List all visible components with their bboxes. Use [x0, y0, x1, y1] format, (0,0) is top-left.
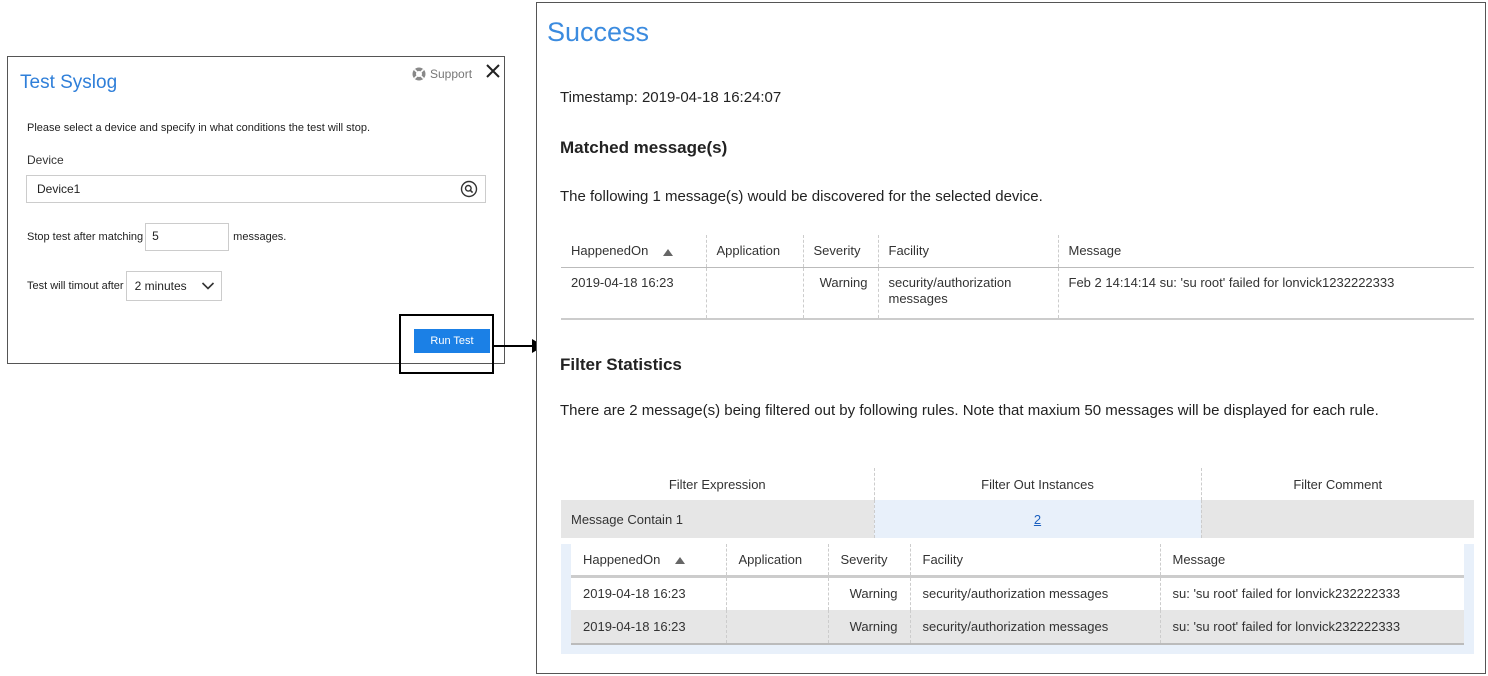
support-link[interactable]: Support [412, 67, 472, 81]
chevron-down-icon [201, 282, 214, 290]
device-input[interactable]: Device1 [26, 175, 486, 203]
column-header-happenedon[interactable]: HappenedOn [571, 544, 726, 578]
column-header-application[interactable]: Application [705, 235, 803, 268]
cell-facility: security/authorization messages [909, 576, 1160, 610]
timeout-row: Test will timout after 2 minutes [27, 271, 222, 301]
cell-message: Feb 2 14:14:14 su: 'su root' failed for … [1057, 267, 1474, 320]
column-header-facility[interactable]: Facility [909, 544, 1160, 578]
timeout-select[interactable]: 2 minutes [125, 271, 222, 301]
test-syslog-dialog: Support Test Syslog Please select a devi… [7, 56, 505, 364]
cell-filter-comment [1201, 500, 1474, 538]
filter-row[interactable]: Message Contain 1 2 [561, 500, 1474, 538]
cell-application [705, 267, 803, 320]
stop-suffix-label: messages. [233, 231, 287, 243]
run-test-button[interactable]: Run Test [414, 329, 490, 353]
matched-heading: Matched message(s) [560, 138, 728, 157]
timeout-label: Test will timout after [27, 280, 124, 292]
column-header-severity[interactable]: Severity [827, 544, 910, 578]
timestamp-text: Timestamp: 2019-04-18 16:24:07 [560, 89, 782, 106]
table-row[interactable]: 2019-04-18 16:23 Warning security/author… [561, 267, 1474, 320]
timeout-value: 2 minutes [134, 279, 187, 293]
cell-facility: security/authorization messages [909, 610, 1160, 645]
cell-facility: security/authorization messages [877, 267, 1058, 320]
instructions-text: Please select a device and specify in wh… [27, 122, 371, 134]
cell-message: su: 'su root' failed for lonvick23222233… [1159, 576, 1464, 610]
cell-severity: Warning [827, 610, 910, 645]
column-header-severity[interactable]: Severity [802, 235, 878, 268]
filter-description: There are 2 message(s) being filtered ou… [560, 402, 1379, 419]
sort-up-icon[interactable] [662, 247, 674, 257]
table-row[interactable]: 2019-04-18 16:23 Warning security/author… [571, 576, 1464, 610]
column-header-happenedon[interactable]: HappenedOn [561, 235, 706, 268]
filtered-messages-table: HappenedOn Application Severity Facility… [571, 544, 1464, 645]
column-header-filter-comment[interactable]: Filter Comment [1200, 468, 1474, 500]
stop-prefix-label: Stop test after matching [27, 231, 144, 243]
cell-filter-expression: Message Contain 1 [561, 500, 874, 538]
cell-happenedon: 2019-04-18 16:23 [571, 610, 726, 645]
dialog-title: Test Syslog [20, 72, 118, 93]
cell-message: su: 'su root' failed for lonvick23222233… [1159, 610, 1464, 645]
success-panel: Success Timestamp: 2019-04-18 16:24:07 M… [536, 2, 1486, 674]
filter-statistics-table: Filter Expression Filter Out Instances F… [561, 468, 1474, 538]
matched-messages-table: HappenedOn Application Severity Facility… [561, 235, 1474, 320]
device-label: Device [27, 153, 64, 167]
cell-severity: Warning [827, 576, 910, 610]
sort-up-icon[interactable] [674, 555, 686, 565]
support-label: Support [430, 67, 473, 81]
filtered-messages-container: HappenedOn Application Severity Facility… [561, 544, 1474, 654]
table-row[interactable]: 2019-04-18 16:23 Warning security/author… [571, 610, 1464, 645]
cell-happenedon: 2019-04-18 16:23 [561, 267, 706, 320]
filter-instances-link[interactable]: 2 [1034, 512, 1041, 527]
cell-severity: Warning [802, 267, 878, 320]
column-header-message[interactable]: Message [1057, 235, 1474, 268]
close-icon[interactable] [484, 62, 502, 80]
cell-happenedon: 2019-04-18 16:23 [583, 586, 686, 602]
cell-filter-instances: 2 [873, 500, 1202, 538]
stop-condition-row: Stop test after matching 5 messages. [27, 223, 286, 251]
column-header-application[interactable]: Application [725, 544, 828, 578]
cell-application [725, 576, 828, 610]
column-header-filter-expression[interactable]: Filter Expression [561, 468, 874, 500]
stop-count-input[interactable]: 5 [145, 223, 230, 251]
column-header-filter-out-instances[interactable]: Filter Out Instances [873, 468, 1201, 500]
filter-statistics-heading: Filter Statistics [560, 355, 682, 374]
search-icon[interactable] [460, 180, 478, 198]
column-header-facility[interactable]: Facility [877, 235, 1058, 268]
cell-application [725, 610, 828, 645]
lifebuoy-icon [412, 67, 426, 81]
matched-description: The following 1 message(s) would be disc… [560, 188, 1043, 205]
column-header-message[interactable]: Message [1159, 544, 1464, 578]
success-title: Success [547, 17, 650, 47]
